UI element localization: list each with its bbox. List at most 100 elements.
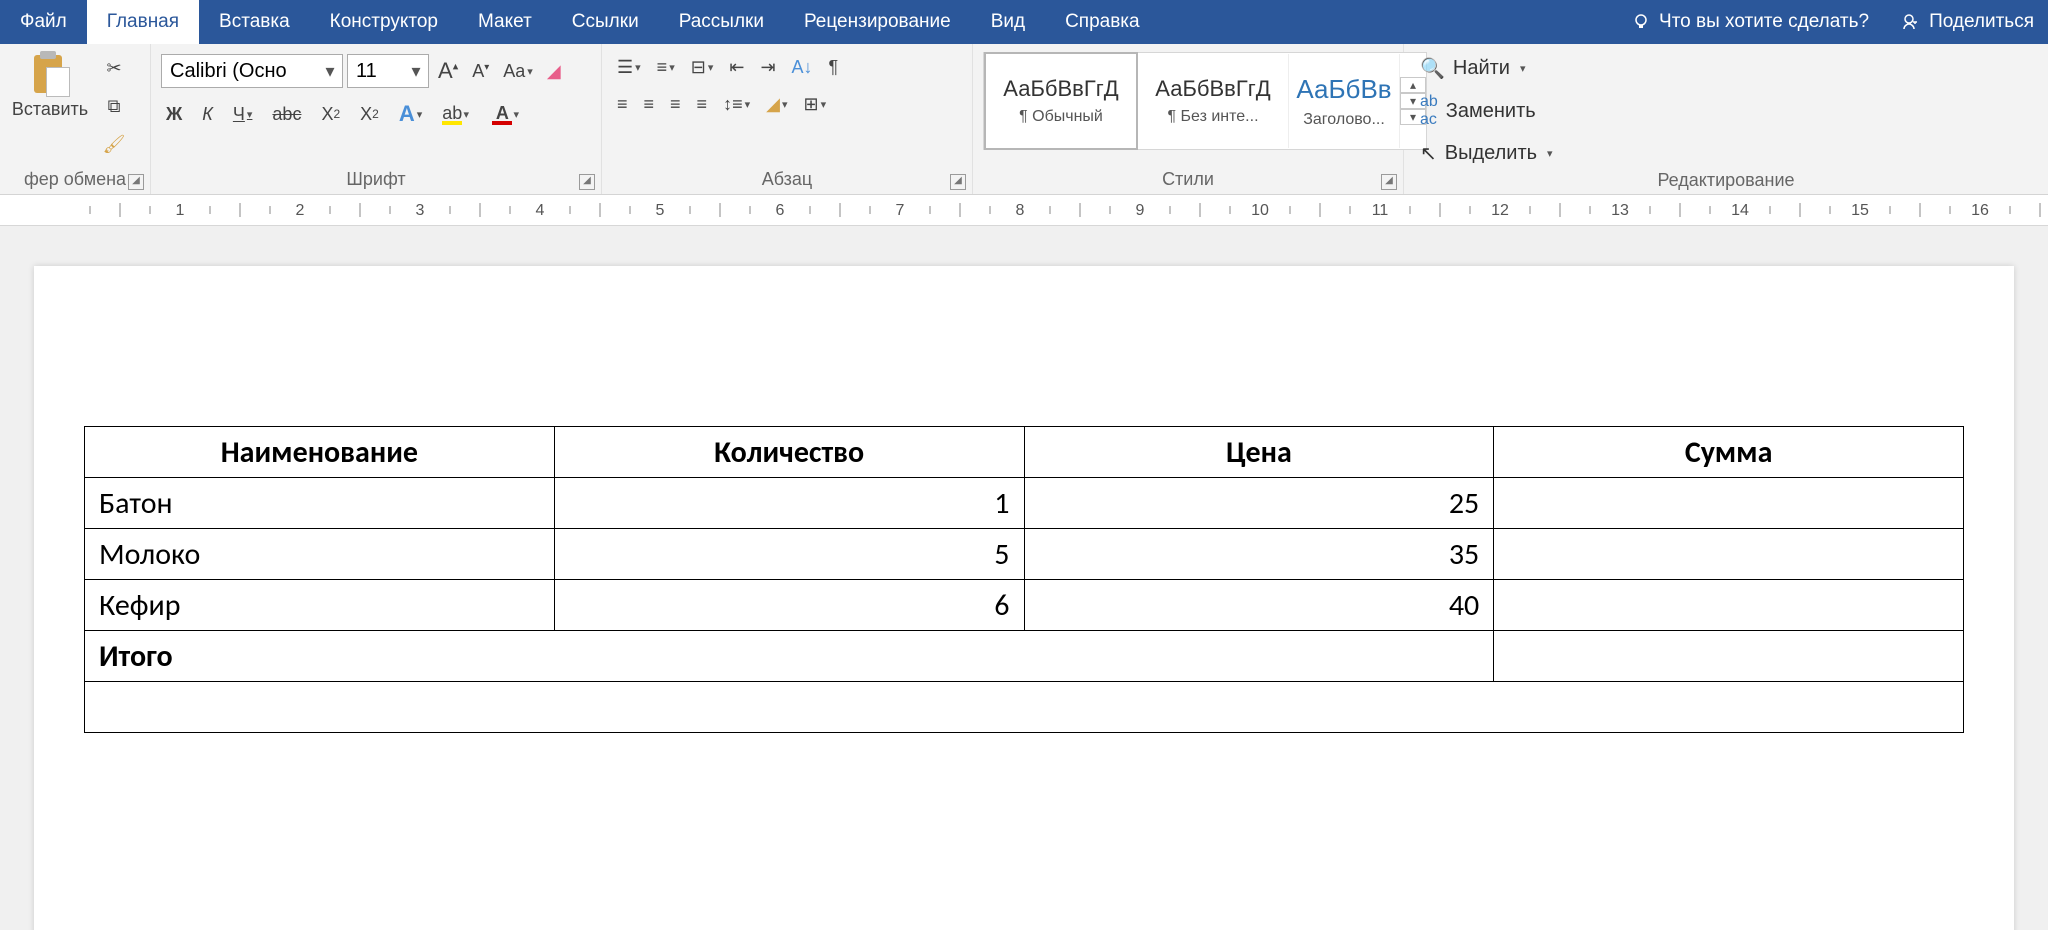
table-cell[interactable]: 1 bbox=[554, 478, 1024, 529]
tab-view[interactable]: Вид bbox=[971, 0, 1045, 44]
shrink-font-icon: A▾ bbox=[472, 61, 489, 82]
tell-me-search[interactable]: Что вы хотите сделать? bbox=[1613, 0, 1887, 44]
table-row[interactable]: Батон 1 25 bbox=[85, 478, 1964, 529]
tab-review[interactable]: Рецензирование bbox=[784, 0, 971, 44]
cursor-icon: ↖ bbox=[1420, 141, 1437, 166]
tab-insert[interactable]: Вставка bbox=[199, 0, 310, 44]
styles-dialog-launcher[interactable]: ◢ bbox=[1381, 174, 1397, 190]
table-cell[interactable]: 5 bbox=[554, 529, 1024, 580]
data-table[interactable]: Наименование Количество Цена Сумма Батон… bbox=[84, 426, 1964, 733]
clipboard-dialog-launcher[interactable]: ◢ bbox=[128, 174, 144, 190]
table-total-row[interactable]: Итого bbox=[85, 631, 1964, 682]
table-cell[interactable]: Кефир bbox=[85, 580, 555, 631]
table-cell[interactable] bbox=[1494, 580, 1964, 631]
table-cell[interactable]: 35 bbox=[1024, 529, 1494, 580]
svg-text:9: 9 bbox=[1136, 202, 1145, 219]
grow-font-button[interactable]: A▴ bbox=[433, 55, 463, 87]
chevron-down-icon[interactable]: ▾ bbox=[318, 61, 342, 82]
table-cell[interactable]: 25 bbox=[1024, 478, 1494, 529]
table-row[interactable]: Молоко 5 35 bbox=[85, 529, 1964, 580]
brush-icon: 🖌 bbox=[103, 134, 126, 155]
clipboard-icon bbox=[28, 51, 72, 99]
tab-design[interactable]: Конструктор bbox=[310, 0, 458, 44]
cut-button[interactable]: ✂ bbox=[98, 54, 130, 82]
table-cell[interactable]: Батон bbox=[85, 478, 555, 529]
align-center-button[interactable]: ≡ bbox=[639, 91, 660, 118]
chevron-down-icon[interactable]: ▾ bbox=[404, 61, 428, 82]
italic-button[interactable]: К bbox=[197, 101, 218, 128]
bold-button[interactable]: Ж bbox=[161, 101, 187, 128]
tab-mailings[interactable]: Рассылки bbox=[659, 0, 784, 44]
shrink-font-button[interactable]: A▾ bbox=[467, 58, 494, 85]
shading-button[interactable]: ◢▾ bbox=[761, 91, 792, 118]
font-name-input[interactable] bbox=[162, 56, 318, 86]
paragraph-dialog-launcher[interactable]: ◢ bbox=[950, 174, 966, 190]
find-button[interactable]: 🔍 Найти▾ bbox=[1414, 54, 1559, 83]
svg-text:2: 2 bbox=[296, 202, 305, 219]
select-button[interactable]: ↖ Выделить▾ bbox=[1414, 139, 1559, 168]
table-cell[interactable]: Молоко bbox=[85, 529, 555, 580]
multilevel-button[interactable]: ⊟▾ bbox=[686, 54, 719, 81]
table-total-label[interactable]: Итого bbox=[85, 631, 1494, 682]
table-cell[interactable] bbox=[85, 682, 1964, 733]
copy-button[interactable]: ⧉ bbox=[98, 92, 130, 120]
share-button[interactable]: Поделиться bbox=[1887, 0, 2048, 44]
align-right-button[interactable]: ≡ bbox=[665, 91, 686, 118]
tab-references[interactable]: Ссылки bbox=[552, 0, 659, 44]
highlight-button[interactable]: ab▾ bbox=[437, 100, 467, 128]
horizontal-ruler[interactable]: 12345678910111213141516 bbox=[0, 195, 2048, 226]
numbering-button[interactable]: ≡▾ bbox=[652, 54, 680, 81]
table-header: Количество bbox=[554, 427, 1024, 478]
line-spacing-button[interactable]: ↕≡▾ bbox=[718, 91, 755, 118]
table-row[interactable]: Кефир 6 40 bbox=[85, 580, 1964, 631]
clipboard-group-label: фер обмена bbox=[24, 169, 126, 189]
text-effects-button[interactable]: A▾ bbox=[394, 98, 427, 130]
table-cell[interactable]: 6 bbox=[554, 580, 1024, 631]
line-spacing-icon: ↕≡ bbox=[723, 94, 743, 115]
table-cell[interactable] bbox=[1494, 529, 1964, 580]
style-preview: АаБбВвГгД bbox=[1155, 76, 1270, 102]
superscript-button[interactable]: X2 bbox=[355, 101, 384, 128]
style-no-spacing[interactable]: АаБбВвГгД ¶ Без инте... bbox=[1138, 54, 1289, 148]
increase-indent-button[interactable]: ⇥ bbox=[755, 54, 780, 81]
format-painter-button[interactable]: 🖌 bbox=[98, 130, 130, 158]
table-cell[interactable]: 40 bbox=[1024, 580, 1494, 631]
svg-text:8: 8 bbox=[1016, 202, 1025, 219]
outdent-icon: ⇤ bbox=[729, 57, 744, 78]
pilcrow-icon: ¶ bbox=[829, 57, 839, 78]
table-header: Сумма bbox=[1494, 427, 1964, 478]
tab-file[interactable]: Файл bbox=[0, 0, 87, 44]
font-size-combo[interactable]: ▾ bbox=[347, 54, 429, 88]
document-area[interactable]: Наименование Количество Цена Сумма Батон… bbox=[0, 226, 2048, 930]
tab-home[interactable]: Главная bbox=[87, 0, 199, 44]
tell-me-label: Что вы хотите сделать? bbox=[1659, 11, 1869, 33]
table-row[interactable] bbox=[85, 682, 1964, 733]
font-size-input[interactable] bbox=[348, 56, 404, 86]
justify-button[interactable]: ≡ bbox=[692, 91, 713, 118]
subscript-button[interactable]: X2 bbox=[316, 101, 345, 128]
tab-help[interactable]: Справка bbox=[1045, 0, 1160, 44]
font-dialog-launcher[interactable]: ◢ bbox=[579, 174, 595, 190]
decrease-indent-button[interactable]: ⇤ bbox=[724, 54, 749, 81]
borders-button[interactable]: ⊞▾ bbox=[798, 91, 831, 118]
underline-button[interactable]: Ч▾ bbox=[228, 101, 258, 128]
clear-formatting-button[interactable]: ◢ bbox=[542, 58, 566, 85]
change-case-button[interactable]: Aa▾ bbox=[498, 58, 538, 85]
replace-button[interactable]: abac Заменить bbox=[1414, 91, 1559, 131]
table-total-value[interactable] bbox=[1494, 631, 1964, 682]
strikethrough-button[interactable]: abc bbox=[267, 101, 306, 128]
paste-button[interactable]: Вставить bbox=[10, 48, 90, 123]
eraser-icon: ◢ bbox=[547, 61, 561, 82]
show-marks-button[interactable]: ¶ bbox=[824, 54, 844, 81]
svg-text:3: 3 bbox=[416, 202, 425, 219]
style-heading1[interactable]: АаБбВв Заголово... bbox=[1289, 54, 1400, 148]
align-left-button[interactable]: ≡ bbox=[612, 91, 633, 118]
sort-button[interactable]: A↓ bbox=[787, 54, 818, 81]
font-color-button[interactable]: A▾ bbox=[487, 100, 517, 128]
font-name-combo[interactable]: ▾ bbox=[161, 54, 343, 88]
table-cell[interactable] bbox=[1494, 478, 1964, 529]
bullets-button[interactable]: ☰▾ bbox=[612, 54, 646, 81]
styles-gallery: АаБбВвГгД ¶ Обычный АаБбВвГгД ¶ Без инте… bbox=[983, 52, 1427, 150]
style-normal[interactable]: АаБбВвГгД ¶ Обычный bbox=[984, 52, 1138, 150]
tab-layout[interactable]: Макет bbox=[458, 0, 552, 44]
